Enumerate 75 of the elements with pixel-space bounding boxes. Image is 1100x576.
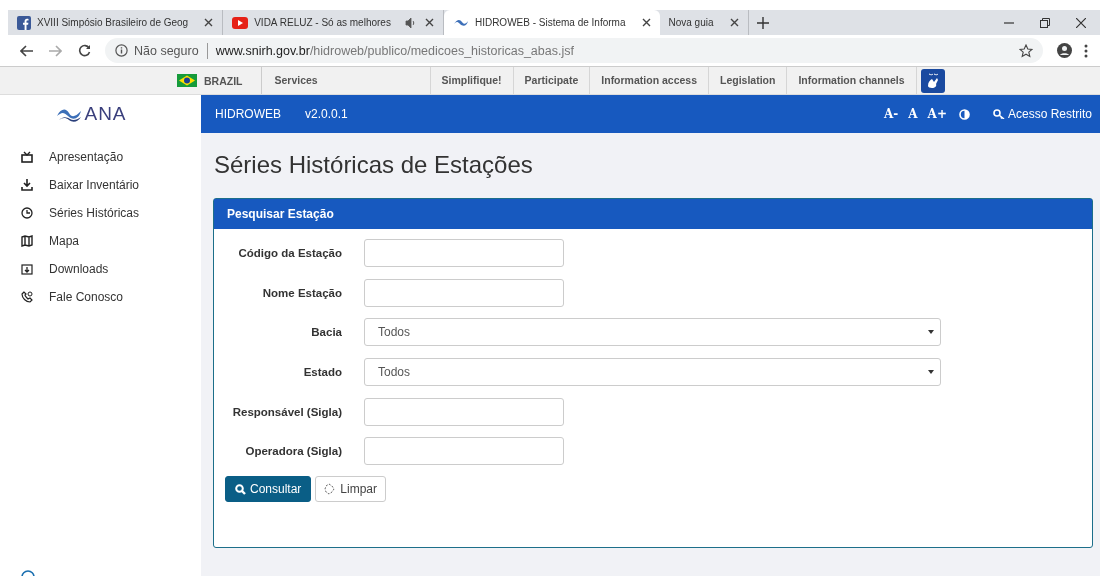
reload-icon[interactable] — [78, 44, 91, 57]
close-icon[interactable] — [424, 18, 434, 27]
country-label: BRAZIL — [204, 74, 243, 87]
field-label: Responsável (Sigla) — [231, 405, 342, 418]
info-icon — [115, 44, 128, 57]
field-label: Código da Estação — [237, 247, 342, 259]
close-icon[interactable] — [1076, 17, 1086, 28]
nav-link[interactable]: Legislation — [709, 67, 788, 94]
tab-title: VIDA RELUZ - Só as melhores — [254, 17, 391, 28]
clock-icon — [21, 207, 33, 219]
star-icon[interactable] — [1019, 43, 1033, 58]
app-name[interactable]: HIDROWEB — [215, 107, 281, 121]
select-value: Todos — [378, 325, 411, 340]
restore-icon[interactable] — [1040, 17, 1050, 28]
play-icon — [232, 16, 249, 29]
sidebar-item[interactable]: Apresentação — [0, 143, 201, 171]
sign-language-icon[interactable] — [920, 68, 945, 93]
tab-title: HIDROWEB - Sistema de Informa — [474, 17, 626, 28]
nav-link[interactable]: Participate — [513, 67, 591, 94]
round-icon — [21, 570, 35, 576]
facebook-icon — [17, 15, 31, 30]
contrast-icon[interactable] — [958, 108, 970, 120]
account-icon[interactable] — [1057, 43, 1072, 58]
sidebar-item[interactable]: Mapa — [0, 227, 201, 255]
sidebar-item[interactable]: Fale Conosco — [0, 283, 201, 311]
clear-button[interactable]: Limpar — [315, 476, 387, 503]
search-icon — [235, 483, 246, 495]
country-link[interactable]: BRAZIL — [177, 67, 262, 94]
font-size-link[interactable]: A — [908, 107, 918, 121]
login-link[interactable]: Acesso Restrito — [992, 107, 1092, 121]
phone-icon — [21, 291, 33, 303]
dropdown-icon — [928, 330, 934, 335]
back-icon[interactable] — [20, 44, 33, 57]
panel-header: Pesquisar Estação — [214, 199, 1092, 229]
input-field[interactable] — [364, 239, 564, 267]
page-title: Séries Históricas de Estações — [214, 151, 534, 179]
browser-tab[interactable]: HIDROWEB - Sistema de Informa — [443, 10, 660, 35]
nav-link[interactable]: Services — [261, 67, 431, 94]
menu-icon[interactable] — [1084, 43, 1088, 58]
flag-icon — [177, 74, 197, 87]
field-label: Operadora (Sigla) — [244, 445, 342, 458]
tv-icon — [21, 151, 33, 163]
sidebar-item[interactable]: Séries Históricas — [0, 199, 201, 227]
search-button[interactable]: Consultar — [225, 476, 312, 503]
new-tab-icon[interactable] — [756, 16, 769, 29]
nav-link[interactable]: Information channels — [787, 67, 917, 94]
field-label: Estado — [302, 366, 342, 379]
font-size-link[interactable]: A- — [884, 107, 899, 121]
font-size-link[interactable]: A+ — [927, 107, 947, 121]
logo-text: ANA — [84, 103, 127, 125]
field-label: Bacia — [310, 326, 342, 339]
select-field[interactable]: Todos — [364, 358, 941, 387]
select-value: Todos — [378, 365, 411, 380]
select-field[interactable]: Todos — [364, 318, 941, 347]
folder-download-icon — [21, 263, 33, 275]
nav-link[interactable]: Simplifique! — [430, 67, 514, 94]
close-icon[interactable] — [204, 18, 214, 27]
version-label: v2.0.0.1 — [305, 107, 348, 121]
url-text: www.snirh.gov.br/hidroweb/publico/medicoes_historicas_abas.jsf — [215, 43, 574, 58]
tab-title: XVIII Simpósio Brasileiro de Geog — [37, 17, 189, 28]
close-icon[interactable] — [641, 18, 651, 27]
tab-title: Nova guia — [668, 17, 714, 28]
input-field[interactable] — [364, 278, 564, 307]
security-label: Não seguro — [134, 43, 199, 58]
address-bar[interactable]: Não seguro www.snirh.gov.br/hidroweb/publico/medicoes_historicas_abas.jsf — [105, 38, 1043, 63]
close-icon[interactable] — [729, 18, 739, 27]
input-field[interactable] — [364, 437, 564, 466]
sidebar-item[interactable]: Downloads — [0, 255, 201, 283]
sidebar-item[interactable]: Baixar Inventário — [0, 171, 201, 199]
map-icon — [21, 235, 33, 247]
nav-link[interactable]: Information access — [590, 67, 709, 94]
field-label: Nome Estação — [261, 286, 342, 299]
dropdown-icon — [928, 370, 934, 375]
input-field[interactable] — [364, 397, 564, 426]
download-icon — [21, 179, 33, 191]
